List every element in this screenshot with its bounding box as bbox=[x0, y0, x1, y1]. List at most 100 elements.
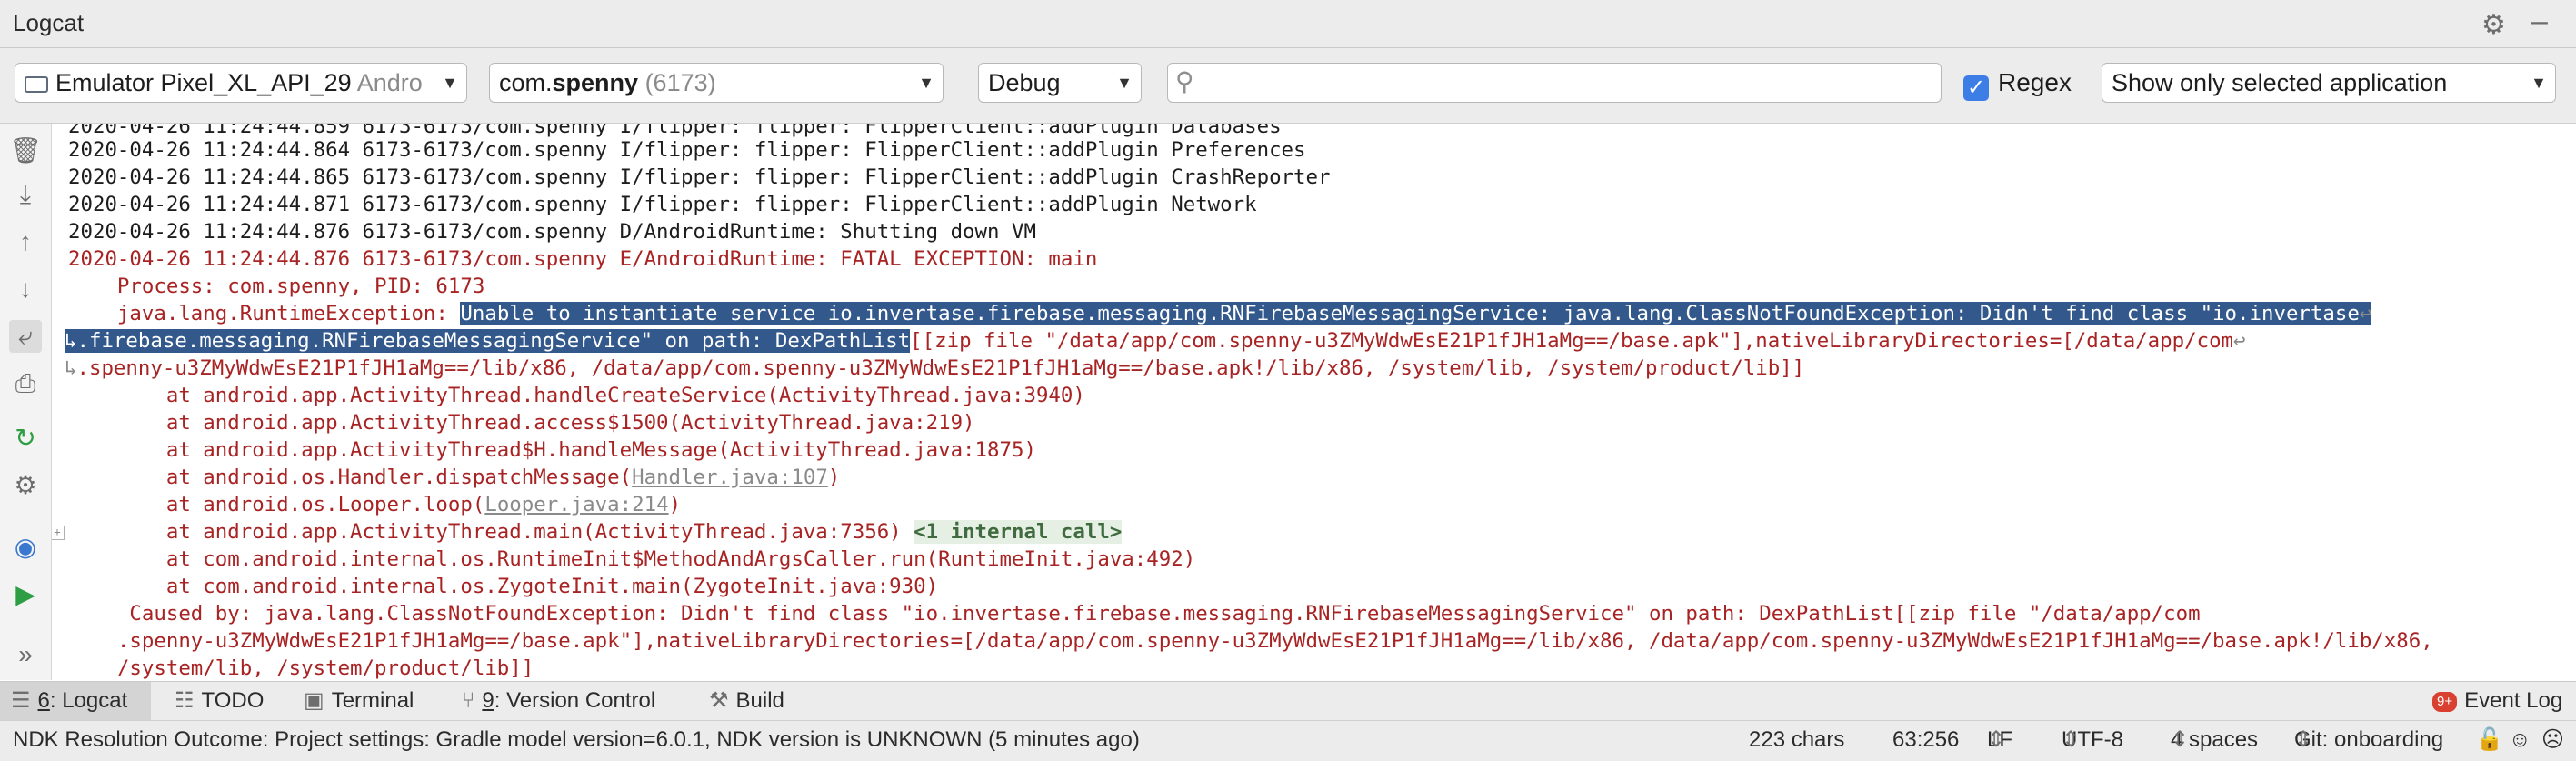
stack-frame: at android.app.ActivityThread.access$150… bbox=[68, 411, 975, 435]
selected-text: .firebase.messaging.RNFirebaseMessagingS… bbox=[76, 329, 911, 353]
log-line: 2020-04-26 11:24:44.864 6173-6173/com.sp… bbox=[68, 138, 1306, 162]
tool-window-tabs: ☰ 6: Logcat ☷ TODO ▣ Terminal ⑂ 9: Version C… bbox=[0, 681, 2576, 720]
tab-vc-label: : Version Control bbox=[494, 688, 656, 713]
stack-frame: at android.app.ActivityThread.main(Activ… bbox=[68, 518, 1123, 546]
process-dropdown[interactable]: com.spenny (6173) ▼ bbox=[489, 63, 944, 103]
log-line: 2020-04-26 11:24:44.871 6173-6173/com.sp… bbox=[68, 193, 1257, 216]
process-name: spenny bbox=[552, 69, 639, 96]
paren-close: ) bbox=[827, 466, 841, 489]
exception-text: .spenny-u3ZMyWdwEsE21P1fJH1aMg==/lib/x86… bbox=[76, 356, 1805, 380]
log-line: 2020-04-26 11:24:44.876 6173-6173/com.sp… bbox=[68, 220, 1036, 244]
device-icon bbox=[25, 76, 48, 93]
log-level-dropdown[interactable]: Debug ▼ bbox=[978, 63, 1142, 103]
search-input[interactable] bbox=[1212, 67, 1933, 100]
lock-icon[interactable]: 🔓 bbox=[2476, 721, 2503, 759]
selected-text: Unable to instantiate service io.inverta… bbox=[460, 302, 2360, 325]
status-bar: NDK Resolution Outcome: Project settings… bbox=[0, 720, 2576, 761]
tab-build-label: Build bbox=[735, 688, 784, 713]
chevron-down-icon: ▼ bbox=[434, 64, 466, 102]
status-message[interactable]: NDK Resolution Outcome: Project settings… bbox=[13, 721, 1140, 759]
regex-checkbox[interactable]: ✓ bbox=[1963, 75, 1989, 101]
process-prefix: com. bbox=[499, 69, 553, 96]
exception-line: ↳.spenny-u3ZMyWdwEsE21P1fJH1aMg==/lib/x8… bbox=[65, 355, 1804, 382]
arrow-up-icon[interactable]: ↑ bbox=[9, 225, 42, 258]
stack-frame-text: at android.os.Looper.loop( bbox=[68, 493, 485, 516]
chevron-down-icon: ▼ bbox=[910, 64, 943, 102]
expand-more-icon[interactable]: » bbox=[9, 638, 42, 671]
list-icon: ☷ bbox=[175, 688, 195, 713]
updown-icon: ⇕ bbox=[1987, 727, 2006, 752]
process-pid: (6173) bbox=[644, 69, 716, 96]
soft-wrap-icon: ↩ bbox=[2359, 302, 2372, 325]
stack-frame: at com.android.internal.os.ZygoteInit.ma… bbox=[68, 575, 939, 598]
tab-logcat-number: 6 bbox=[37, 688, 50, 713]
soft-wrap-icon: ↩ bbox=[2233, 329, 2246, 353]
updown-icon: ⇕ bbox=[2171, 727, 2190, 752]
logcat-toolbar: Emulator Pixel_XL_API_29 Andro ▼ com.spe… bbox=[0, 48, 2576, 124]
caused-by-line: /system/lib, /system/product/lib]] bbox=[68, 656, 534, 680]
screenshot-camera-icon[interactable]: ◉ bbox=[9, 531, 42, 564]
logcat-output[interactable]: 2020-04-26 11:24:44.859 6173-6173/com.sp… bbox=[52, 124, 2576, 680]
stack-frame: at android.os.Handler.dispatchMessage(Ha… bbox=[68, 464, 840, 491]
print-icon[interactable]: ⎙ bbox=[9, 367, 42, 400]
stack-frame: at android.app.ActivityThread$H.handleMe… bbox=[68, 438, 1036, 462]
wrap-continue-icon: ↳ bbox=[65, 329, 77, 353]
gear-icon[interactable]: ⚙ bbox=[2481, 9, 2506, 41]
frown-icon[interactable]: ☹ bbox=[2541, 721, 2564, 759]
wrap-continue-icon: ↳ bbox=[65, 356, 77, 380]
soft-wrap-icon[interactable]: ⤶ bbox=[9, 320, 42, 353]
char-count: 223 chars bbox=[1749, 727, 1845, 752]
internal-call-fold[interactable]: <1 internal call> bbox=[914, 520, 1123, 544]
window-title: Logcat bbox=[13, 9, 85, 36]
exception-text: [[zip file "/data/app/com.spenny-u3ZMyWd… bbox=[910, 329, 2234, 353]
tab-build[interactable]: ⚒ Build bbox=[698, 682, 795, 720]
minimize-icon[interactable]: – bbox=[2531, 4, 2548, 39]
log-line-error: 2020-04-26 11:24:44.876 6173-6173/com.sp… bbox=[68, 247, 1098, 271]
branch-icon: ⑂ bbox=[462, 688, 475, 713]
stack-frame: at android.app.ActivityThread.handleCrea… bbox=[68, 384, 1085, 407]
tab-event-log[interactable]: 9+ Event Log bbox=[2421, 682, 2573, 720]
paren-close: ) bbox=[668, 493, 682, 516]
source-link[interactable]: Looper.java:214 bbox=[484, 493, 668, 516]
screen-record-icon[interactable]: ▶ bbox=[9, 578, 42, 611]
log-search-field[interactable]: ⚲ bbox=[1167, 63, 1942, 103]
logcat-title-bar: Logcat ⚙ – bbox=[0, 0, 2576, 48]
smile-icon[interactable]: ☺ bbox=[2509, 721, 2531, 759]
tab-event-log-label: Event Log bbox=[2464, 688, 2563, 713]
regex-toggle[interactable]: ✓ Regex bbox=[1963, 68, 2072, 101]
tab-logcat[interactable]: ☰ 6: Logcat bbox=[0, 682, 151, 720]
fold-toggle-icon[interactable]: + bbox=[52, 526, 65, 540]
restart-icon[interactable]: ↻ bbox=[9, 422, 42, 455]
chevron-down-icon: ▼ bbox=[1108, 64, 1141, 102]
arrow-down-icon[interactable]: ↓ bbox=[9, 273, 42, 305]
caret-position[interactable]: 63:256 bbox=[1892, 721, 1959, 759]
caused-by-line: .spenny-u3ZMyWdwEsE21P1fJH1aMg==/base.ap… bbox=[68, 629, 2433, 653]
scroll-to-end-icon[interactable]: ⤓ bbox=[9, 178, 42, 211]
tab-vc-number: 9 bbox=[482, 688, 494, 713]
device-dropdown[interactable]: Emulator Pixel_XL_API_29 Andro ▼ bbox=[15, 63, 467, 103]
tab-todo[interactable]: ☷ TODO bbox=[164, 682, 275, 720]
git-branch-value: Git: onboarding bbox=[2294, 727, 2444, 752]
exception-line: ↳.firebase.messaging.RNFirebaseMessaging… bbox=[65, 327, 2246, 355]
logcat-icon: ☰ bbox=[11, 688, 31, 713]
tab-version-control[interactable]: ⑂ 9: Version Control bbox=[451, 682, 666, 720]
tab-logcat-label: : Logcat bbox=[49, 688, 128, 713]
stack-frame-text: at android.app.ActivityThread.main(Activ… bbox=[68, 520, 914, 544]
source-link[interactable]: Handler.java:107 bbox=[632, 466, 828, 489]
logcat-side-toolbar: 🗑 ⤓ ↑ ↓ ⤶ ⎙ ↻ ⚙ ◉ ▶ » bbox=[0, 124, 52, 680]
device-name-overflow: Andro bbox=[356, 69, 423, 96]
trash-icon[interactable]: 🗑 bbox=[9, 135, 42, 167]
filter-dropdown[interactable]: Show only selected application ▼ bbox=[2102, 63, 2556, 103]
tab-terminal-label: Terminal bbox=[331, 688, 414, 713]
search-icon: ⚲ bbox=[1175, 67, 1194, 95]
stack-frame: at android.os.Looper.loop(Looper.java:21… bbox=[68, 491, 681, 518]
settings-icon[interactable]: ⚙ bbox=[9, 469, 42, 502]
device-name: Emulator Pixel_XL_API_29 bbox=[55, 69, 352, 96]
hammer-icon: ⚒ bbox=[709, 688, 729, 713]
tab-terminal[interactable]: ▣ Terminal bbox=[293, 682, 424, 720]
event-log-badge: 9+ bbox=[2432, 692, 2458, 712]
chevron-down-icon: ▼ bbox=[2522, 64, 2555, 102]
stack-frame: at com.android.internal.os.RuntimeInit$M… bbox=[68, 547, 1196, 571]
stack-frame-text: at android.os.Handler.dispatchMessage( bbox=[68, 466, 633, 489]
tab-todo-label: TODO bbox=[201, 688, 265, 713]
